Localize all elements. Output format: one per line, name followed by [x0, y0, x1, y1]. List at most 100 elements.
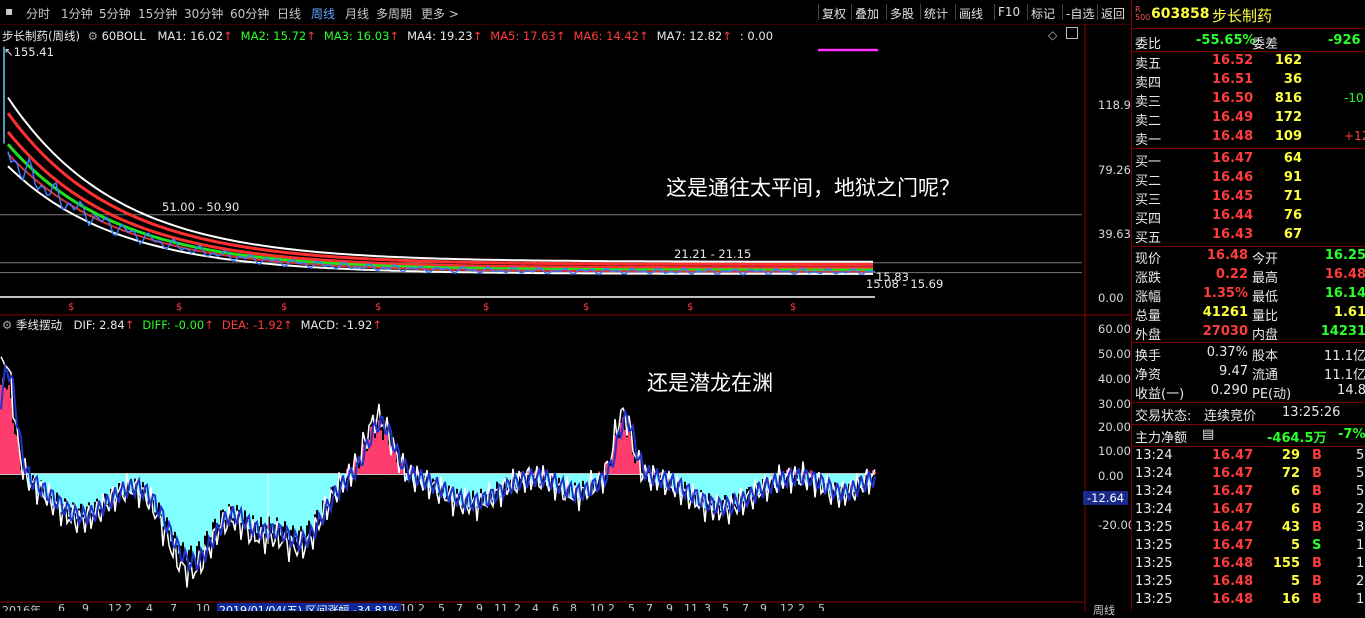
toolbar-action-0[interactable]: 复权: [822, 5, 846, 22]
period-tab-1[interactable]: 1分钟: [61, 5, 93, 22]
buy-order-row[interactable]: 买一 16.47 64: [1132, 150, 1365, 170]
date-axis: 2016年 6 9 12 2 4 7 10 10 2 5 7 9 11 2 4 6 8 10 2 5 7 9 11 3 5 7 9 1…: [0, 603, 1085, 611]
main-header: 步长制药(周线) ⚙ 60BOLL MA1: 16.02↑ MA2: 15.72↑…: [2, 28, 773, 44]
sub-indicator-title[interactable]: 季线摆动: [16, 318, 62, 332]
tick-price: 16.48: [1212, 574, 1254, 589]
date-label: 6: [58, 603, 65, 611]
diamond-icon[interactable]: ◇: [1048, 28, 1057, 42]
sub-axis-current: -12.64: [1083, 491, 1129, 505]
sell-order-row[interactable]: 卖三 16.50 816 -10: [1132, 90, 1365, 110]
period-tab-5[interactable]: 60分钟: [230, 5, 269, 22]
buy-order-row[interactable]: 买三 16.45 71: [1132, 188, 1365, 208]
toolbar-action-2[interactable]: 多股: [890, 5, 914, 22]
dividend-marker: $: [483, 302, 489, 313]
date-highlight: 2019/01/04(五) 区间涨幅 -34.81%: [217, 603, 401, 611]
main-flow-row[interactable]: 主力净额 ▤ -464.5万 -7%: [1132, 426, 1365, 446]
tick-count: 5: [1356, 448, 1365, 463]
tick-row: 13:25 16.47 43 B 3: [1132, 519, 1365, 537]
toolbar-action-4[interactable]: 画线: [959, 5, 983, 22]
date-label: 3: [704, 603, 711, 611]
settings-icon[interactable]: ⚙: [88, 29, 98, 43]
period-tab-4[interactable]: 30分钟: [184, 5, 223, 22]
toolbar-action-1[interactable]: 叠加: [855, 5, 879, 22]
order-label: 卖三: [1135, 95, 1162, 110]
tick-time: 13:24: [1135, 466, 1173, 481]
period-tab-2[interactable]: 5分钟: [99, 5, 131, 22]
dividend-marker: $: [176, 302, 182, 313]
fund-value: 11.1亿: [1324, 349, 1365, 364]
quote-value: 16.48: [1324, 267, 1365, 282]
quote-row: 总量 41261 量比 1.61: [1132, 304, 1365, 324]
period-tab-8[interactable]: 月线: [345, 5, 369, 22]
date-label: 5: [818, 603, 825, 611]
date-label: 7: [742, 603, 749, 611]
toolbar-action-5[interactable]: F10: [998, 5, 1020, 19]
quote-value: 16.48: [1206, 248, 1248, 263]
toolbar-action-7[interactable]: -自选: [1066, 5, 1094, 22]
order-volume: 109: [1274, 129, 1302, 144]
order-price: 16.48: [1212, 129, 1254, 144]
sub-settings-icon[interactable]: ⚙: [2, 318, 12, 332]
sub-axis-10: 10.00: [1098, 444, 1131, 458]
order-volume: 91: [1283, 170, 1302, 185]
quote-panel: R 500 603858 步长制药 委比 -55.65% 委差 -926 卖五 1…: [1131, 0, 1365, 611]
order-volume: 172: [1274, 110, 1302, 125]
tick-price: 16.47: [1212, 538, 1254, 553]
ma-value-2: MA3: 16.03: [323, 29, 390, 43]
sub-axis-60: 60.00: [1098, 322, 1131, 336]
tick-side: B: [1312, 574, 1322, 589]
tick-row: 13:25 16.47 5 S 1: [1132, 537, 1365, 555]
order-price: 16.47: [1212, 151, 1254, 166]
date-label: 9: [82, 603, 89, 611]
menu-icon[interactable]: ▪: [5, 4, 13, 18]
buy-order-row[interactable]: 买二 16.46 91: [1132, 169, 1365, 189]
chart-area[interactable]: $ $ $ $ $ $ $ $ 步长制药(周线) ⚙ 60BOLL MA1: 16.02↑ MA…: [0, 24, 1135, 617]
tick-time: 13:25: [1135, 538, 1173, 553]
expand-icon[interactable]: [1066, 27, 1078, 39]
ma-value-6: MA7: 12.82: [656, 29, 723, 43]
tick-count: 5: [1356, 484, 1365, 499]
date-label: 11: [494, 603, 508, 611]
trade-status-row: 交易状态: 连续竞价 13:25:26: [1132, 404, 1365, 424]
up-arrow-icon: ↑: [306, 29, 316, 43]
order-price: 16.49: [1212, 110, 1254, 125]
list-icon[interactable]: ▤: [1202, 427, 1214, 442]
order-volume: 76: [1283, 208, 1302, 223]
period-tab-10[interactable]: 更多 >: [421, 5, 459, 22]
buy-order-row[interactable]: 买五 16.43 67: [1132, 226, 1365, 246]
trade-status-time: 13:25:26: [1282, 405, 1341, 420]
date-label: 2: [608, 603, 615, 611]
tick-time: 13:25: [1135, 520, 1173, 535]
tick-volume: 155: [1272, 556, 1300, 571]
order-volume: 36: [1283, 72, 1302, 87]
tick-price: 16.47: [1212, 502, 1254, 517]
sub-axis-30: 30.00: [1098, 397, 1131, 411]
date-label: 2: [798, 603, 805, 611]
weibi-row: 委比 -55.65% 委差 -926: [1132, 32, 1365, 52]
indicator-name[interactable]: 60BOLL: [102, 29, 146, 43]
period-tab-0[interactable]: 分时: [26, 5, 50, 22]
tick-row: 13:24 16.47 29 B 5: [1132, 447, 1365, 465]
tick-volume: 43: [1281, 520, 1300, 535]
sell-order-row[interactable]: 卖五 16.52 162: [1132, 52, 1365, 72]
order-label: 买四: [1135, 212, 1162, 227]
period-tab-6[interactable]: 日线: [277, 5, 301, 22]
tick-count: 3: [1356, 520, 1365, 535]
period-tab-3[interactable]: 15分钟: [138, 5, 177, 22]
sell-order-row[interactable]: 卖四 16.51 36: [1132, 71, 1365, 91]
toolbar-action-6[interactable]: 标记: [1031, 5, 1055, 22]
sell-order-row[interactable]: 卖一 16.48 109 +12: [1132, 128, 1365, 148]
buy-order-row[interactable]: 买四 16.44 76: [1132, 207, 1365, 227]
tick-count: 5: [1356, 466, 1365, 481]
date-label: 2: [418, 603, 425, 611]
toolbar-action-8[interactable]: 返回: [1101, 5, 1125, 22]
period-tab-7[interactable]: 周线: [311, 5, 335, 22]
toolbar-action-3[interactable]: 统计: [924, 5, 948, 22]
tick-row: 13:24 16.47 6 B 5: [1132, 483, 1365, 501]
dividend-marker: $: [375, 302, 381, 313]
fundamental-row: 收益(一) 0.290 PE(动) 14.8: [1132, 382, 1365, 402]
period-tab-9[interactable]: 多周期: [376, 5, 412, 22]
tick-count: 2: [1356, 574, 1365, 589]
quote-label: 涨跌: [1135, 271, 1162, 286]
sell-order-row[interactable]: 卖二 16.49 172: [1132, 109, 1365, 129]
